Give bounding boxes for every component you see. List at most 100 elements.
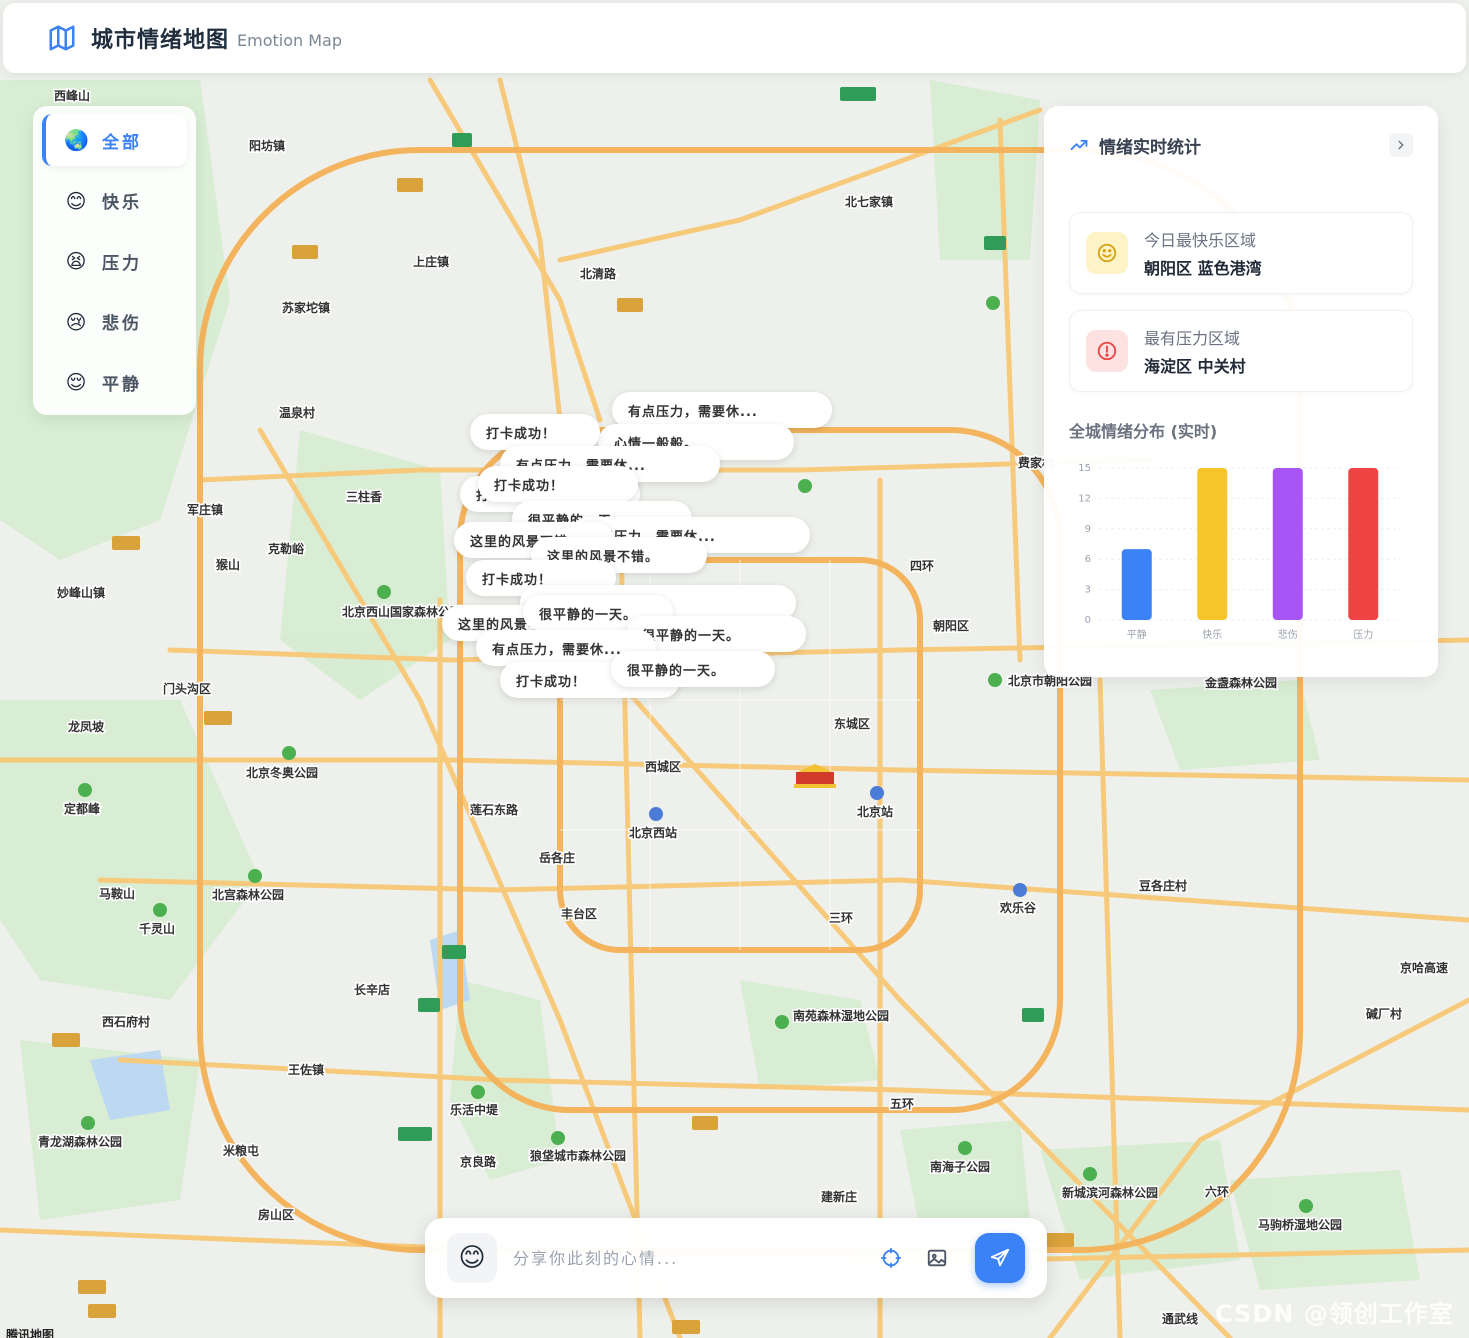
stressed-area-card: 最有压力区域 海淀区 中关村	[1069, 310, 1413, 392]
map-place-label: 金盏森林公园	[1204, 675, 1277, 690]
emoji-picker-button[interactable]: 😊	[447, 1233, 497, 1283]
app-title: 城市情绪地图	[91, 28, 230, 53]
filter-label: 平静	[102, 374, 142, 395]
stressed-area-value: 海淀区 中关村	[1144, 357, 1246, 376]
filter-label: 压力	[102, 253, 142, 274]
map-place-label: 四环	[910, 559, 934, 573]
stats-title: 情绪实时统计	[1099, 137, 1201, 158]
x-tick-label: 压力	[1353, 628, 1373, 641]
map-place-label: 西城区	[645, 759, 681, 774]
map-place-label: 千灵山	[139, 921, 175, 936]
mood-input[interactable]	[513, 1238, 863, 1278]
send-button[interactable]	[975, 1233, 1025, 1283]
x-tick-label: 悲伤	[1278, 628, 1298, 641]
stressed-area-label: 最有压力区域	[1144, 329, 1241, 348]
map-place-label: 欢乐谷	[999, 900, 1037, 915]
map-provider-logo: 腾讯地图	[6, 1328, 55, 1338]
map-place-label: 北宫森林公园	[212, 887, 284, 902]
map-place-label: 北京站	[857, 804, 893, 819]
alert-circle-icon	[1086, 330, 1128, 372]
smile-emoji-icon: 😊	[65, 188, 87, 213]
map-place-label: 阳坊镇	[249, 138, 285, 153]
map-place-label: 三环	[829, 911, 853, 925]
map-icon	[47, 23, 77, 53]
y-tick-label: 3	[1085, 585, 1091, 596]
map-place-label: 碱厂村	[1366, 1006, 1402, 1021]
map-place-label: 建新庄	[820, 1189, 857, 1204]
happiest-area-value: 朝阳区 蓝色港湾	[1144, 259, 1262, 278]
tired-emoji-icon: 😫	[65, 249, 87, 273]
map-place-label: 门头沟区	[163, 681, 211, 696]
distribution-title: 全城情绪分布 (实时)	[1069, 422, 1218, 441]
map-place-label: 马鞍山	[99, 886, 135, 901]
sad-emoji-icon: 😢	[65, 309, 87, 334]
x-tick-label: 快乐	[1202, 629, 1222, 641]
map-place-label: 长辛店	[354, 982, 390, 997]
map-place-label: 西石府村	[102, 1014, 150, 1029]
map-place-label: 猴山	[216, 557, 240, 572]
stats-panel: 情绪实时统计 今日最快乐区域 朝阳区 蓝色港湾 最有压力区域 海淀区 中关村 全…	[1044, 106, 1438, 677]
map-place-label: 北清路	[580, 266, 617, 281]
stats-header: 情绪实时统计	[1069, 132, 1413, 158]
map-place-label: 马驹桥湿地公园	[1258, 1217, 1342, 1232]
map-place-label: 苏家坨镇	[282, 300, 330, 315]
crosshair-icon	[880, 1247, 902, 1269]
map-place-label: 北京西站	[629, 825, 677, 840]
map-place-label: 通武线	[1162, 1311, 1198, 1326]
map-place-label: 三柱香	[346, 489, 382, 504]
filter-happy[interactable]: 😊 快乐	[42, 175, 187, 227]
locate-button[interactable]	[873, 1240, 909, 1276]
map-place-label: 京良路	[460, 1154, 497, 1169]
map-place-label: 狼垡城市森林公园	[530, 1148, 626, 1163]
map-place-label: 王佐镇	[288, 1062, 324, 1077]
smile-icon	[1086, 232, 1128, 274]
map-place-label: 丰台区	[561, 906, 597, 921]
emotion-filter-panel: 🌏 全部 😊 快乐 😫 压力 😢 悲伤 😌 平静	[33, 106, 196, 415]
filter-calm[interactable]: 😌 平静	[42, 356, 187, 408]
bar-快乐[interactable]	[1197, 468, 1228, 620]
bar-平静[interactable]	[1121, 549, 1152, 620]
happiest-area-label: 今日最快乐区域	[1144, 231, 1257, 250]
map-place-label: 龙凤坡	[68, 719, 105, 734]
filter-all[interactable]: 🌏 全部	[42, 114, 187, 166]
map-place-label: 南海子公园	[930, 1159, 990, 1174]
emotion-bubble[interactable]: 打卡成功！	[478, 466, 638, 502]
relieved-emoji-icon: 😌	[65, 370, 87, 394]
happiest-area-card: 今日最快乐区域 朝阳区 蓝色港湾	[1069, 212, 1413, 294]
y-tick-label: 0	[1085, 615, 1091, 626]
emotion-bubble[interactable]: 打卡成功！	[470, 414, 600, 450]
collapse-button[interactable]	[1389, 133, 1413, 157]
watermark: CSDN @领创工作室	[1215, 1300, 1454, 1328]
map-place-label: 新城滨河森林公园	[1062, 1185, 1158, 1200]
bar-悲伤[interactable]	[1272, 468, 1303, 620]
map-place-label: 定都峰	[64, 801, 101, 816]
emotion-bubble[interactable]: 有点压力，需要休...	[612, 392, 832, 428]
filter-sad[interactable]: 😢 悲伤	[42, 296, 187, 348]
filter-label: 悲伤	[102, 314, 142, 334]
map-place-label: 青龙湖森林公园	[38, 1134, 122, 1149]
chevron-right-icon	[1398, 140, 1404, 150]
map-place-label: 米粮屯	[223, 1143, 259, 1158]
trending-up-icon	[1069, 135, 1089, 155]
bar-压力[interactable]	[1348, 468, 1379, 620]
map-place-label: 南苑森林湿地公园	[793, 1008, 889, 1023]
y-tick-label: 15	[1078, 463, 1091, 474]
map-place-label: 军庄镇	[187, 502, 223, 517]
map-place-label: 乐活中堤	[450, 1102, 499, 1117]
globe-icon: 🌏	[64, 128, 89, 152]
y-tick-label: 12	[1078, 493, 1091, 504]
x-tick-label: 平静	[1127, 628, 1147, 641]
filter-stress[interactable]: 😫 压力	[42, 235, 187, 287]
y-tick-label: 9	[1085, 524, 1091, 535]
map-place-label: 克勒峪	[268, 541, 305, 556]
map-place-label: 妙峰山镇	[57, 585, 105, 600]
y-tick-label: 6	[1085, 554, 1091, 565]
emotion-bubble[interactable]: 很平静的一天。	[611, 651, 775, 687]
map-place-label: 温泉村	[279, 405, 315, 420]
image-icon	[927, 1249, 947, 1267]
map-place-label: 北京冬奥公园	[246, 765, 318, 780]
map-place-label: 房山区	[258, 1207, 294, 1222]
mood-input-bar: 😊	[425, 1218, 1047, 1298]
map-place-label: 东城区	[834, 716, 870, 731]
image-upload-button[interactable]	[919, 1240, 955, 1276]
